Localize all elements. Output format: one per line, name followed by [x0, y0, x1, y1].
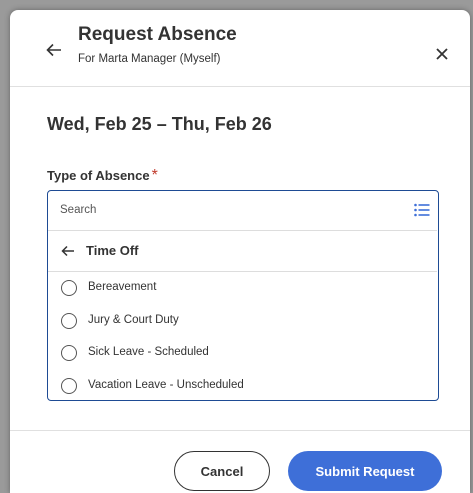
- date-range: Wed, Feb 25 – Thu, Feb 26: [47, 114, 272, 134]
- type-of-absence-label: Type of Absence *: [47, 167, 158, 185]
- required-marker: *: [151, 167, 158, 184]
- radio-button[interactable]: [61, 378, 77, 394]
- list-view-button[interactable]: [414, 203, 430, 217]
- option-bereavement[interactable]: Bereavement: [48, 272, 437, 304]
- option-label: Vacation Leave - Unscheduled: [88, 379, 244, 391]
- arrow-left-icon: [61, 245, 74, 257]
- radio-button[interactable]: [61, 280, 77, 296]
- option-vacation-leave-unscheduled[interactable]: Vacation Leave - Unscheduled: [48, 370, 437, 402]
- type-of-absence-label-text: Type of Absence: [47, 168, 150, 183]
- cancel-button[interactable]: Cancel: [174, 451, 270, 491]
- arrow-left-icon: [46, 43, 61, 57]
- close-button[interactable]: [434, 46, 450, 62]
- group-back-row[interactable]: Time Off: [48, 230, 437, 272]
- dialog-header: Request Absence For Marta Manager (Mysel…: [10, 10, 470, 87]
- search-row: [48, 191, 437, 231]
- list-icon: [414, 203, 430, 217]
- back-button[interactable]: [44, 40, 64, 60]
- option-label: Sick Leave - Scheduled: [88, 346, 209, 358]
- dialog-footer: Cancel Submit Request: [10, 430, 470, 493]
- option-jury-court-duty[interactable]: Jury & Court Duty: [48, 305, 437, 337]
- group-label: Time Off: [86, 243, 139, 258]
- radio-button[interactable]: [61, 313, 77, 329]
- dialog-title: Request Absence: [78, 24, 237, 45]
- option-label: Jury & Court Duty: [88, 314, 179, 326]
- option-label: Bereavement: [88, 281, 157, 293]
- request-absence-dialog: Request Absence For Marta Manager (Mysel…: [10, 10, 470, 493]
- search-input[interactable]: [60, 201, 400, 219]
- radio-button[interactable]: [61, 345, 77, 361]
- absence-type-dropdown: Time Off Bereavement Jury & Court Duty S…: [47, 190, 439, 401]
- group-back-button[interactable]: [60, 243, 76, 259]
- close-icon: [436, 48, 448, 60]
- dialog-subtitle: For Marta Manager (Myself): [78, 53, 221, 65]
- option-sick-leave-scheduled[interactable]: Sick Leave - Scheduled: [48, 337, 437, 369]
- submit-request-button[interactable]: Submit Request: [288, 451, 442, 491]
